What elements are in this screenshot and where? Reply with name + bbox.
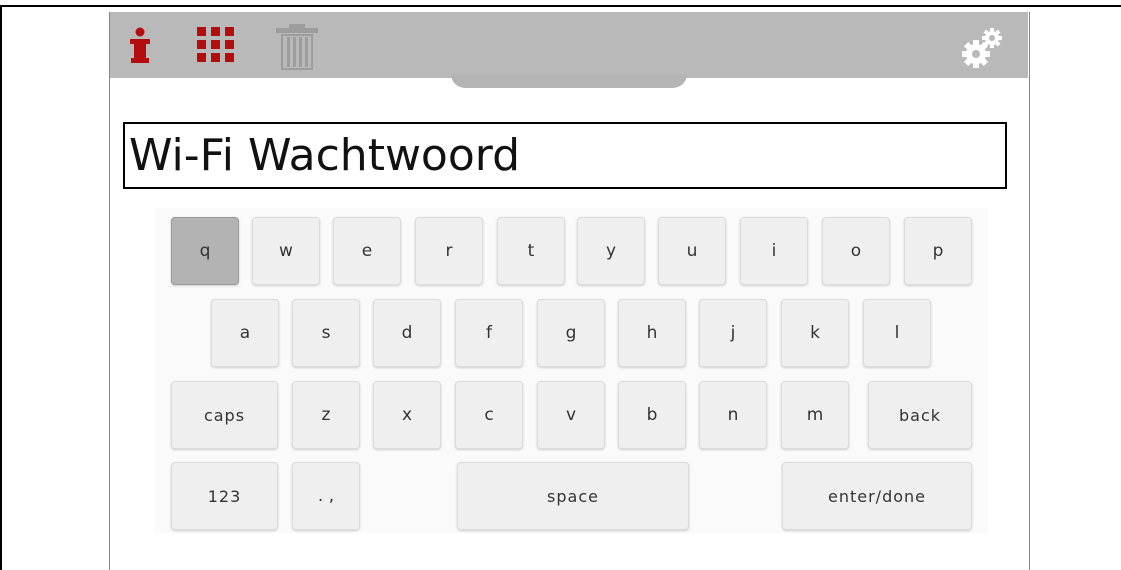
key-q[interactable]: q	[171, 217, 239, 285]
key-z[interactable]: z	[292, 381, 360, 449]
top-toolbar	[110, 12, 1028, 78]
key-n[interactable]: n	[699, 381, 767, 449]
key-c[interactable]: c	[455, 381, 523, 449]
key-a[interactable]: a	[211, 299, 279, 367]
space-key[interactable]: space	[457, 462, 689, 530]
wifi-password-field[interactable]: Wi-Fi Wachtwoord	[123, 122, 1007, 189]
key-h[interactable]: h	[618, 299, 686, 367]
key-v[interactable]: v	[537, 381, 605, 449]
key-d[interactable]: d	[373, 299, 441, 367]
key-o[interactable]: o	[822, 217, 890, 285]
key-f[interactable]: f	[455, 299, 523, 367]
key-u[interactable]: u	[658, 217, 726, 285]
key-x[interactable]: x	[373, 381, 441, 449]
key-e[interactable]: e	[333, 217, 401, 285]
trash-icon	[275, 24, 319, 70]
key-k[interactable]: k	[781, 299, 849, 367]
key-p[interactable]: p	[904, 217, 972, 285]
key-i[interactable]: i	[740, 217, 808, 285]
key-b[interactable]: b	[618, 381, 686, 449]
key-t[interactable]: t	[497, 217, 565, 285]
key-y[interactable]: y	[577, 217, 645, 285]
key-s[interactable]: s	[292, 299, 360, 367]
grid-menu-icon[interactable]	[196, 25, 236, 63]
enter-done-key[interactable]: enter/done	[782, 462, 972, 530]
settings-gears-icon[interactable]	[961, 26, 1005, 70]
info-icon[interactable]	[129, 27, 151, 63]
key-m[interactable]: m	[781, 381, 849, 449]
key-w[interactable]: w	[252, 217, 320, 285]
backspace-key[interactable]: back	[868, 381, 972, 449]
punctuation-key[interactable]: . ,	[292, 462, 360, 530]
key-j[interactable]: j	[699, 299, 767, 367]
numbers-key[interactable]: 123	[171, 462, 278, 530]
key-g[interactable]: g	[537, 299, 605, 367]
outer-frame-left-border	[0, 5, 2, 570]
toolbar-pull-tab[interactable]	[451, 74, 687, 88]
key-l[interactable]: l	[863, 299, 931, 367]
outer-frame-top-border	[0, 5, 1121, 7]
caps-key[interactable]: caps	[171, 381, 278, 449]
key-r[interactable]: r	[415, 217, 483, 285]
